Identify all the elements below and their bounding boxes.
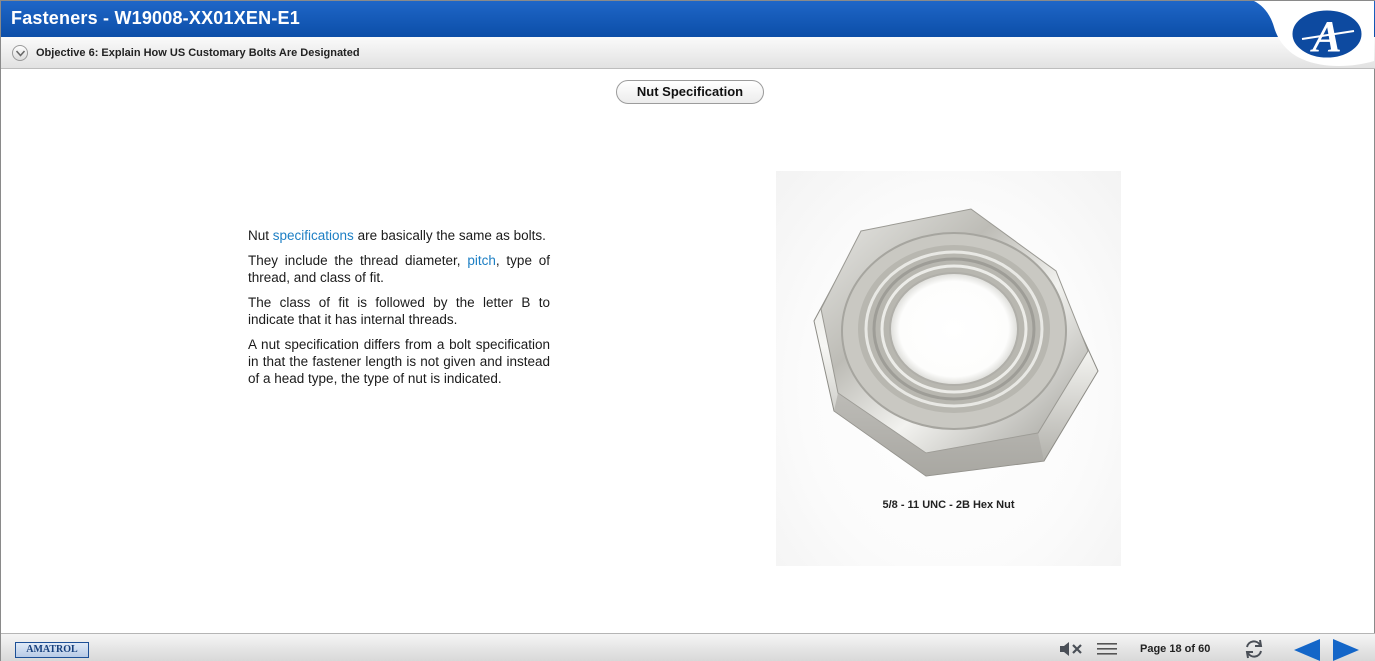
paragraph-4: A nut specification differs from a bolt … bbox=[248, 337, 550, 386]
paragraph-1: Nut specifications are basically the sam… bbox=[248, 228, 546, 243]
amatrol-logo: AMATROL bbox=[15, 642, 89, 658]
app-frame: Fasteners - W19008-XX01XEN-E1 Objective … bbox=[0, 0, 1375, 661]
glossary-link-pitch[interactable]: pitch bbox=[467, 253, 496, 268]
lesson-text: Nut specifications are basically the sam… bbox=[248, 227, 550, 395]
section-title: Nut Specification bbox=[616, 80, 764, 104]
title-bar: Fasteners - W19008-XX01XEN-E1 bbox=[1, 1, 1375, 37]
menu-icon[interactable] bbox=[1097, 642, 1117, 661]
objective-bar[interactable]: Objective 6: Explain How US Customary Bo… bbox=[1, 37, 1375, 69]
image-caption: 5/8 - 11 UNC - 2B Hex Nut bbox=[882, 499, 1015, 511]
speaker-mute-icon[interactable] bbox=[1059, 641, 1085, 661]
chevron-down-icon[interactable] bbox=[12, 45, 28, 61]
course-title: Fasteners - W19008-XX01XEN-E1 bbox=[11, 8, 300, 28]
paragraph-2: They include the thread diameter, pitch,… bbox=[248, 253, 551, 285]
amatrol-a-logo-icon: A bbox=[1254, 1, 1374, 75]
arrow-left-icon[interactable] bbox=[1294, 639, 1322, 661]
reload-icon[interactable] bbox=[1243, 639, 1265, 661]
footer-bar: AMATROL Page 18 of 60 bbox=[1, 633, 1375, 661]
objective-title: Objective 6: Explain How US Customary Bo… bbox=[36, 47, 360, 59]
paragraph-3: The class of fit is followed by the lett… bbox=[248, 295, 550, 327]
page-indicator: Page 18 of 60 bbox=[1140, 643, 1211, 655]
glossary-link-specifications[interactable]: specifications bbox=[273, 228, 354, 243]
arrow-right-icon[interactable] bbox=[1331, 639, 1359, 661]
